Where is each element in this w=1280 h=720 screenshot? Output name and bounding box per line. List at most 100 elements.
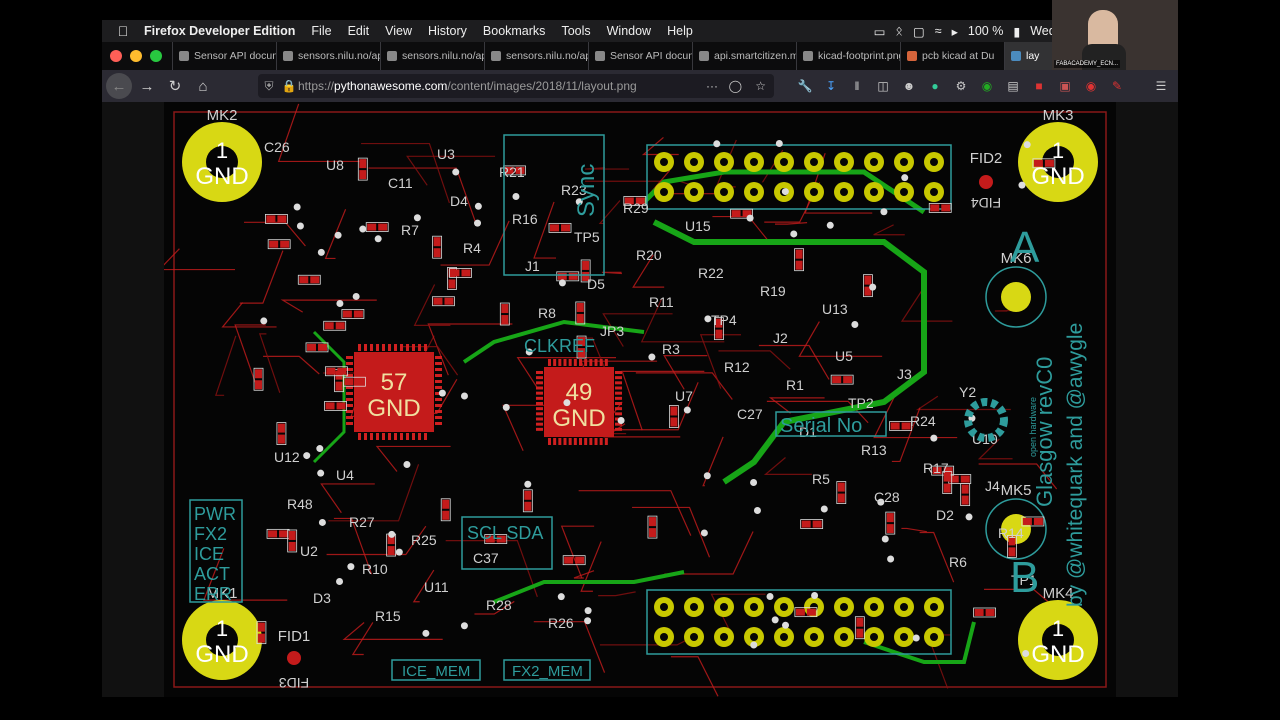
fpga-chip-pad xyxy=(406,344,409,351)
menu-file[interactable]: File xyxy=(303,24,339,38)
close-window-button[interactable] xyxy=(110,50,122,62)
menu-tools[interactable]: Tools xyxy=(553,24,598,38)
fpga-chip-pad xyxy=(370,344,373,351)
browser-tab[interactable]: sensors.nilu.no/api xyxy=(380,42,484,70)
menu-window[interactable]: Window xyxy=(599,24,659,38)
browser-tab[interactable]: sensors.nilu.no/api xyxy=(484,42,588,70)
back-button[interactable]: ← xyxy=(106,73,132,99)
smd-pad xyxy=(648,517,656,527)
fpga-chip-pad xyxy=(435,398,442,401)
tab-label: Sensor API docum xyxy=(194,50,276,62)
tab-favicon-icon xyxy=(907,51,917,61)
via xyxy=(901,174,909,182)
smd-pad xyxy=(949,475,959,483)
ref-designator: U11 xyxy=(424,579,449,595)
extension-pen-icon[interactable]: ✎ xyxy=(1106,74,1128,98)
extension-b-icon[interactable]: ◉ xyxy=(976,74,998,98)
smd-pad xyxy=(318,343,328,351)
fx2-chip-pad xyxy=(558,359,562,366)
bank-b-label: B xyxy=(1010,553,1039,602)
i2c-label: SCL SDA xyxy=(467,523,543,543)
via xyxy=(524,480,532,488)
home-button[interactable]: ⌂ xyxy=(190,73,216,99)
extension-gear-icon[interactable]: ⚙ xyxy=(950,74,972,98)
extension-badge-icon[interactable]: ◉ xyxy=(1080,74,1102,98)
via xyxy=(713,140,721,148)
fx2-chip-pad xyxy=(563,359,567,366)
fx2-chip-pad xyxy=(548,438,551,445)
header-j3-drill xyxy=(660,603,668,611)
smd-pad xyxy=(277,423,285,433)
fx2-chip-pad xyxy=(536,391,543,395)
via xyxy=(317,469,325,477)
smd-pad xyxy=(336,402,346,410)
via xyxy=(1022,650,1030,658)
page-actions-icon[interactable]: ··· xyxy=(706,79,718,93)
via xyxy=(413,214,421,222)
bookmark-star-icon[interactable]: ☆ xyxy=(755,79,766,93)
via xyxy=(422,629,430,637)
ublock-icon[interactable]: ■ xyxy=(1028,74,1050,98)
ref-designator: D2 xyxy=(936,507,954,523)
wifi-icon[interactable]: ≈ xyxy=(935,24,942,38)
account-icon[interactable]: ☻ xyxy=(898,74,920,98)
header-j2-drill xyxy=(690,188,698,196)
header-j3-drill xyxy=(690,633,698,641)
via xyxy=(438,389,446,397)
browser-tab[interactable]: Sensor API docume xyxy=(588,42,692,70)
menu-app-name[interactable]: Firefox Developer Edition xyxy=(136,24,303,38)
menu-history[interactable]: History xyxy=(420,24,475,38)
zoom-window-button[interactable] xyxy=(150,50,162,62)
url-bar[interactable]: ⛨ 🔒 https://pythonawesome.com/content/im… xyxy=(258,74,774,98)
browser-tab[interactable]: sensors.nilu.no/api xyxy=(276,42,380,70)
header-j2-drill xyxy=(720,158,728,166)
lock-icon[interactable]: 🔒 xyxy=(280,79,298,93)
fpga-chip-net-label: GND xyxy=(367,395,420,422)
downloads-icon[interactable]: ↧ xyxy=(820,74,842,98)
browser-tab[interactable]: Sensor API docum xyxy=(172,42,276,70)
fx2-chip-pad xyxy=(604,359,608,366)
ref-designator: R26 xyxy=(548,615,574,631)
volume-icon[interactable]: ▸ xyxy=(952,24,958,39)
ref-designator: U8 xyxy=(326,157,344,173)
battery-icon[interactable]: ▮ xyxy=(1013,24,1020,39)
sidebar-icon[interactable]: ◫ xyxy=(872,74,894,98)
reload-button[interactable]: ↻ xyxy=(162,73,188,99)
extension-red-icon[interactable]: ▣ xyxy=(1054,74,1076,98)
devtools-icon[interactable]: 🔧 xyxy=(794,74,816,98)
tab-label: sensors.nilu.no/api xyxy=(402,50,484,62)
smd-pad xyxy=(367,223,377,231)
via xyxy=(318,518,326,526)
smd-pad xyxy=(310,276,320,284)
smd-pad xyxy=(277,215,287,223)
library-icon[interactable]: ‖ xyxy=(846,74,868,98)
smd-pad xyxy=(335,322,345,330)
browser-tab[interactable]: kicad-footprint.png xyxy=(796,42,900,70)
extension-green-icon[interactable]: ● xyxy=(924,74,946,98)
menu-hamburger-icon[interactable]: ☰ xyxy=(1150,74,1172,98)
browser-tab[interactable]: api.smartcitizen.me xyxy=(692,42,796,70)
fpga-chip-pad xyxy=(346,410,353,413)
menu-edit[interactable]: Edit xyxy=(340,24,378,38)
menu-help[interactable]: Help xyxy=(659,24,701,38)
apple-icon[interactable]:  xyxy=(110,23,136,39)
via xyxy=(460,622,468,630)
smd-pad xyxy=(335,381,343,391)
forward-button[interactable]: → xyxy=(134,73,160,99)
display-icon[interactable]: ▢ xyxy=(913,24,925,39)
minimize-window-button[interactable] xyxy=(130,50,142,62)
fpga-chip-pad xyxy=(358,433,361,440)
browser-tab[interactable]: lay xyxy=(1004,42,1054,70)
menu-bookmarks[interactable]: Bookmarks xyxy=(475,24,554,38)
mounting-hole-number: 1 xyxy=(1052,616,1064,641)
menu-view[interactable]: View xyxy=(377,24,420,38)
smd-pad xyxy=(568,272,578,280)
browser-tab[interactable]: pcb kicad at Du xyxy=(900,42,1004,70)
airplay-icon[interactable]: ▭ xyxy=(874,24,886,39)
bluetooth-icon[interactable]: ᛟ xyxy=(895,24,903,38)
smd-pad xyxy=(801,520,811,528)
pocket-icon[interactable]: ◯ xyxy=(729,79,742,93)
shield-icon[interactable]: ⛨ xyxy=(258,79,280,94)
ref-designator: C27 xyxy=(737,406,763,422)
extension-icon[interactable]: ▤ xyxy=(1002,74,1024,98)
